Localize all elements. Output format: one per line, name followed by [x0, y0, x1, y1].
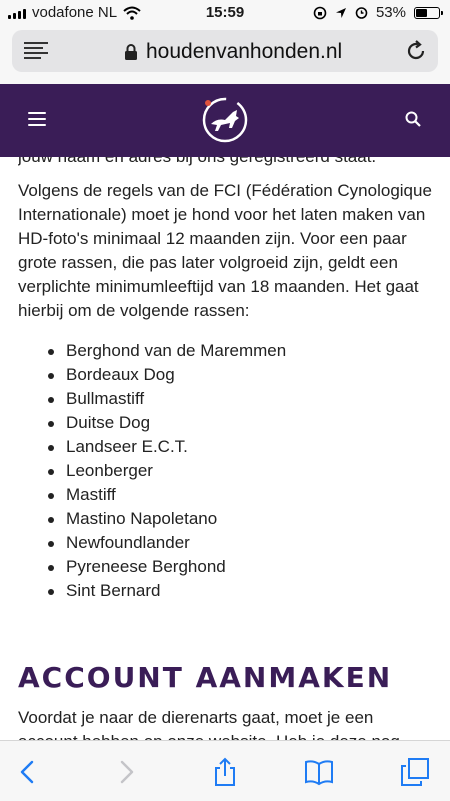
bullet-icon	[48, 589, 54, 595]
battery-fill	[416, 8, 427, 17]
chevron-left-icon[interactable]	[14, 757, 44, 787]
status-right: 53%	[313, 4, 443, 21]
list-item: Landseer E.C.T.	[18, 435, 434, 459]
section-heading: ACCOUNT AANMAKEN	[18, 661, 393, 694]
bullet-icon	[48, 541, 54, 547]
bullet-icon	[48, 397, 54, 403]
browser-toolbar	[0, 740, 450, 801]
list-item: Pyreneese Berghond	[18, 555, 434, 579]
address-bar[interactable]: houdenvanhonden.nl	[12, 30, 438, 72]
search-icon[interactable]	[405, 111, 421, 127]
bullet-icon	[48, 445, 54, 451]
share-icon[interactable]	[210, 757, 240, 787]
dog-logo[interactable]	[199, 94, 251, 146]
rotation-lock-icon	[313, 6, 327, 19]
list-item: Berghond van de Maremmen	[18, 339, 434, 363]
list-item: Bordeaux Dog	[18, 363, 434, 387]
url-display[interactable]: houdenvanhonden.nl	[124, 40, 342, 64]
battery-percent: 53%	[375, 4, 406, 21]
bullet-icon	[48, 349, 54, 355]
battery-icon	[414, 6, 443, 19]
url-text: houdenvanhonden.nl	[146, 40, 343, 63]
chevron-right-icon[interactable]	[110, 757, 140, 787]
book-icon[interactable]	[304, 757, 334, 787]
browser-chrome: houdenvanhonden.nl	[0, 26, 450, 84]
status-bar: vodafone NL 15:59 53%	[0, 0, 450, 26]
alarm-icon	[355, 7, 368, 19]
bullet-icon	[48, 421, 54, 427]
site-header	[0, 84, 450, 157]
list-item: Leonberger	[18, 459, 434, 483]
paragraph-account: Voordat je naar de dierenarts gaat, moet…	[18, 708, 400, 740]
location-icon	[335, 7, 346, 18]
reader-view-icon[interactable]	[24, 42, 48, 60]
bullet-icon	[48, 373, 54, 379]
list-item: Mastino Napoletano	[18, 507, 434, 531]
list-item: Newfoundlander	[18, 531, 434, 555]
list-item: Duitse Dog	[18, 411, 434, 435]
list-item: Sint Bernard	[18, 579, 434, 603]
breed-list: Berghond van de Maremmen Bordeaux Dog Bu…	[18, 339, 434, 603]
lock-icon	[125, 44, 137, 60]
tabs-icon[interactable]	[400, 757, 430, 787]
bullet-icon	[48, 565, 54, 571]
list-item: Mastiff	[18, 483, 434, 507]
bullet-icon	[48, 493, 54, 499]
bullet-icon	[48, 469, 54, 475]
cut-off-text: jouw naam en adres bij ons geregistreerd…	[18, 157, 434, 169]
paragraph-fci-rules: Volgens de regels van de FCI (Fédération…	[18, 181, 432, 320]
article-content: jouw naam en adres bij ons geregistreerd…	[18, 157, 434, 740]
bullet-icon	[48, 517, 54, 523]
menu-icon[interactable]	[28, 112, 46, 126]
reload-icon[interactable]	[404, 39, 428, 63]
list-item: Bullmastiff	[18, 387, 434, 411]
